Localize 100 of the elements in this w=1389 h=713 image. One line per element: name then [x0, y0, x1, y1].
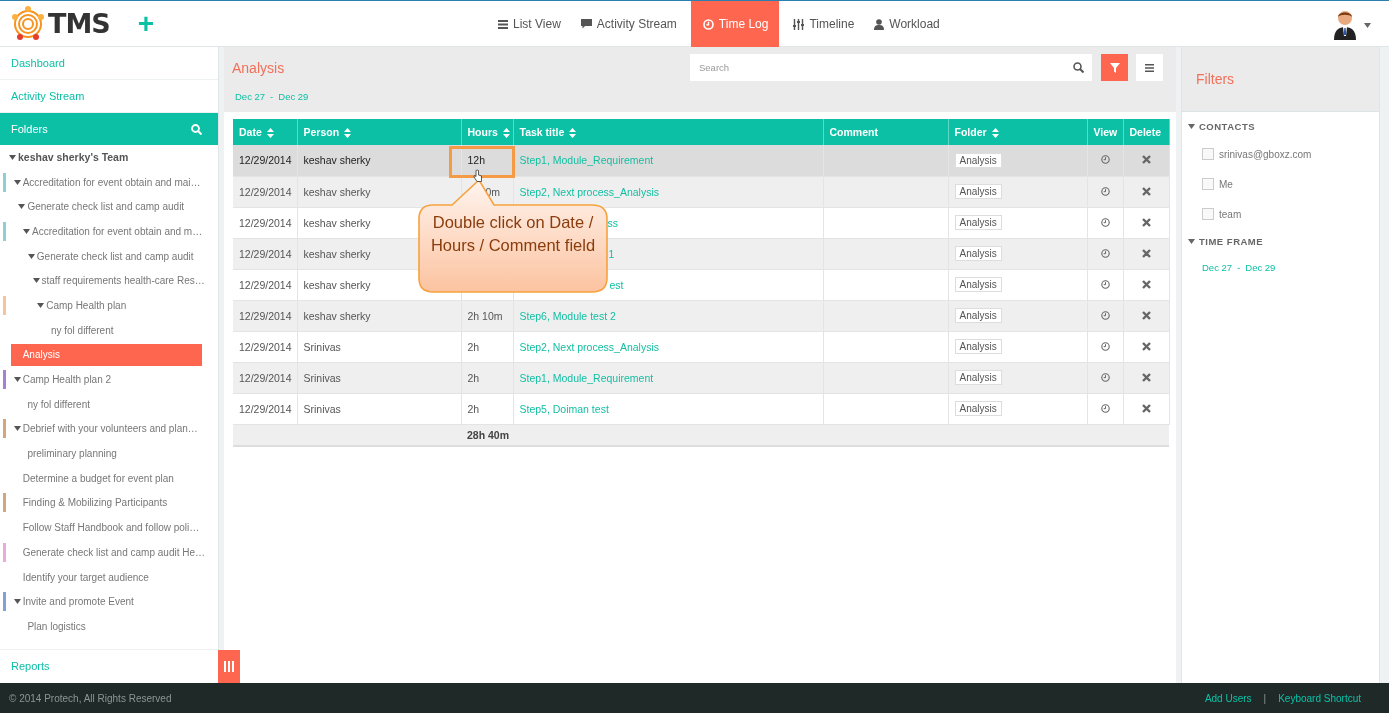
- menu-button[interactable]: [1136, 54, 1163, 81]
- folder-tag: Analysis: [954, 370, 1002, 385]
- person-name: keshav sherky: [303, 185, 371, 198]
- delete-icon[interactable]: [1141, 403, 1151, 413]
- resize-handle[interactable]: [218, 650, 240, 683]
- tree-item[interactable]: Camp Health plan: [37, 294, 127, 317]
- caret-icon[interactable]: [1188, 239, 1195, 244]
- tree-item[interactable]: Generate check list and camp audit: [18, 195, 185, 218]
- hours-value[interactable]: 2h: [467, 340, 480, 353]
- clock-icon[interactable]: [1100, 310, 1110, 320]
- nav-tab[interactable]: Workload: [864, 1, 950, 47]
- tree-item[interactable]: Debrief with your volunteers and plan…: [13, 417, 198, 440]
- tree-item[interactable]: Identify your target audience: [13, 566, 149, 589]
- tree-item[interactable]: Finding & Mobilizing Participants: [13, 491, 168, 514]
- hours-value[interactable]: 12h: [467, 154, 486, 167]
- person-name: Srinivas: [303, 371, 341, 384]
- caret-icon[interactable]: [1188, 124, 1195, 129]
- tree-item[interactable]: staff requirements health-care Res…: [32, 269, 205, 292]
- tree-item[interactable]: keshav sherky's Team: [9, 146, 129, 169]
- callout-text: Double click on Date / Hours / Comment field: [429, 212, 597, 256]
- tree-item[interactable]: Follow Staff Handbook and follow poli…: [13, 516, 200, 539]
- column-header: Delete: [1123, 119, 1169, 145]
- folder-tag: Analysis: [954, 277, 1002, 292]
- hours-value[interactable]: 2h: [467, 371, 480, 384]
- clock-icon[interactable]: [1100, 186, 1110, 196]
- folder-tag: Analysis: [954, 246, 1002, 261]
- total-hours: 28h 40m: [461, 424, 513, 446]
- clock-icon[interactable]: [1100, 217, 1110, 227]
- caret-icon[interactable]: [37, 302, 45, 308]
- caret-icon[interactable]: [9, 154, 16, 160]
- tree-item[interactable]: Accreditation for event obtain and m…: [23, 220, 203, 243]
- nav-tab[interactable]: Timeline: [783, 1, 865, 47]
- search-field[interactable]: Search: [690, 54, 1092, 81]
- folder-tag: Analysis: [954, 184, 1002, 199]
- folder-tag: Analysis: [954, 215, 1002, 230]
- caret-icon[interactable]: [18, 204, 26, 210]
- delete-icon[interactable]: [1141, 155, 1151, 165]
- person-name: keshav sherky: [303, 216, 371, 229]
- logo-icon: [10, 5, 46, 42]
- hours-value[interactable]: 2h: [467, 402, 480, 415]
- tree-item[interactable]: preliminary planning: [18, 442, 117, 465]
- tree-item[interactable]: ny fol different: [18, 393, 91, 416]
- delete-icon[interactable]: [1141, 341, 1151, 351]
- clock-icon[interactable]: [1100, 403, 1110, 413]
- tree-item[interactable]: Accreditation for event obtain and mai…: [13, 171, 201, 194]
- copyright-text: © 2014 Protech, All Rights Reserved: [9, 692, 172, 704]
- page-title: Analysis: [232, 60, 285, 76]
- logo-text: TMS: [48, 8, 110, 39]
- folder-tag: Analysis: [954, 308, 1002, 323]
- caret-icon[interactable]: [32, 278, 40, 284]
- search-icon[interactable]: [1073, 62, 1084, 73]
- avatar-icon[interactable]: [1334, 10, 1356, 40]
- tree-item[interactable]: Analysis: [10, 343, 202, 366]
- tree-item[interactable]: ny fol different: [41, 319, 114, 342]
- caret-icon[interactable]: [23, 228, 31, 234]
- caret-icon[interactable]: [1364, 22, 1371, 28]
- delete-icon[interactable]: [1141, 248, 1151, 258]
- tree-item[interactable]: Camp Health plan 2: [13, 368, 112, 391]
- caret-icon[interactable]: [13, 426, 21, 432]
- person-name: keshav sherky: [303, 247, 371, 260]
- clock-icon[interactable]: [1100, 372, 1110, 382]
- caret-icon[interactable]: [13, 599, 21, 605]
- checkbox[interactable]: [1202, 178, 1214, 190]
- checkbox-label[interactable]: team: [1219, 208, 1242, 220]
- tree-item[interactable]: Generate check list and camp audit He…: [13, 541, 205, 564]
- caret-icon[interactable]: [13, 179, 21, 185]
- date-separator: -: [1237, 262, 1241, 273]
- table-cell: 12/29/2014: [233, 238, 297, 269]
- menu-icon: [1145, 63, 1154, 72]
- clock-icon[interactable]: [1100, 248, 1110, 258]
- checkbox[interactable]: [1202, 148, 1214, 160]
- checkbox-label[interactable]: srinivas@gboxz.com: [1219, 148, 1312, 160]
- column-header: Comment: [823, 119, 948, 145]
- table-cell: 12/29/2014: [233, 176, 297, 207]
- checkbox-label[interactable]: Me: [1219, 178, 1233, 190]
- nav-tab[interactable]: Time Log: [690, 1, 780, 47]
- delete-icon[interactable]: [1141, 217, 1151, 227]
- tree-item[interactable]: Determine a budget for event plan: [13, 467, 174, 490]
- footer-link[interactable]: Keyboard Shortcut: [1278, 692, 1361, 704]
- clock-icon[interactable]: [1100, 155, 1110, 165]
- caret-icon[interactable]: [27, 253, 35, 259]
- column-header: View: [1087, 119, 1123, 145]
- delete-icon[interactable]: [1141, 279, 1151, 289]
- table-cell: 12/29/2014: [233, 300, 297, 331]
- clock-icon[interactable]: [1100, 341, 1110, 351]
- nav-tab[interactable]: Activity Stream: [570, 1, 687, 47]
- person-name: keshav sherky: [303, 309, 371, 322]
- footer-link[interactable]: Add Users: [1204, 692, 1252, 704]
- delete-icon[interactable]: [1141, 186, 1151, 196]
- clock-icon[interactable]: [1100, 279, 1110, 289]
- tree-item[interactable]: Generate check list and camp audit: [27, 245, 194, 268]
- filter-button[interactable]: [1101, 54, 1128, 81]
- delete-icon[interactable]: [1141, 372, 1151, 382]
- tree-item[interactable]: Invite and promote Event: [13, 590, 134, 613]
- nav-tab[interactable]: List View: [488, 1, 571, 47]
- caret-icon[interactable]: [13, 377, 21, 383]
- delete-icon[interactable]: [1141, 310, 1151, 320]
- checkbox[interactable]: [1202, 208, 1214, 220]
- folder-tag: Analysis: [954, 152, 1002, 168]
- tree-item[interactable]: Plan logistics: [18, 615, 86, 638]
